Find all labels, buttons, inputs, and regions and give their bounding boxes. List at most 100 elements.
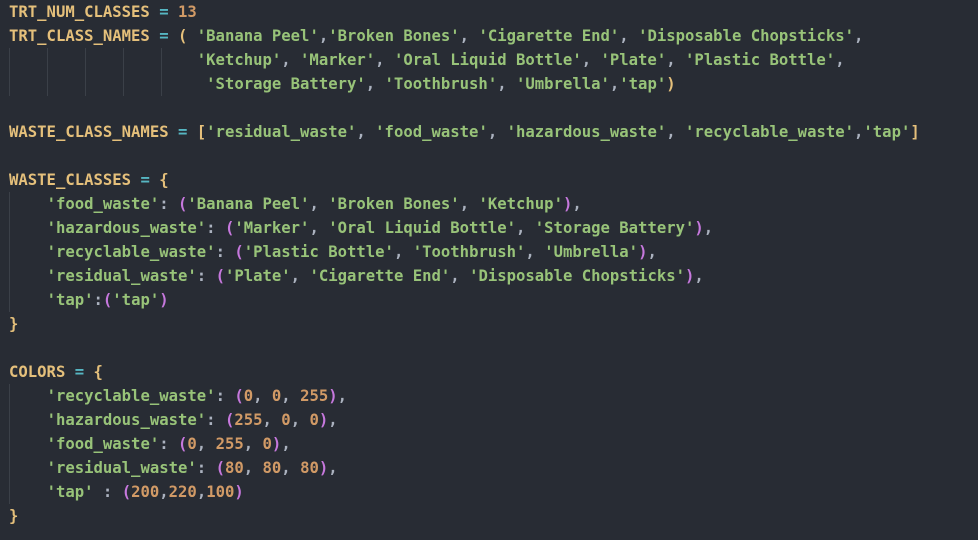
bracket-token: ( — [121, 483, 132, 501]
code-editor[interactable]: TRT_NUM_CLASSES = 13 TRT_CLASS_NAMES = ( … — [0, 0, 978, 540]
punctuation-token: , — [309, 219, 329, 237]
bracket-token: ) — [271, 435, 282, 453]
string-token: 'Oral Liquid Bottle' — [328, 219, 516, 237]
bracket-token: ) — [318, 411, 329, 429]
code-line[interactable]: 'residual_waste': ('Plate', 'Cigarette E… — [9, 264, 704, 288]
punctuation-token: , — [243, 435, 263, 453]
string-token: 'Oral Liquid Bottle' — [393, 51, 582, 69]
number-token: 255 — [215, 435, 244, 453]
number-token: 80 — [224, 459, 244, 477]
code-line[interactable]: } — [9, 312, 18, 336]
string-token: 'Storage Battery' — [534, 219, 695, 237]
punctuation-token: , — [581, 51, 601, 69]
punctuation-token: , — [666, 123, 686, 141]
code-line[interactable]: 'tap':('tap') — [9, 288, 169, 312]
punctuation-token: , — [647, 243, 657, 261]
bracket-token: ) — [328, 387, 338, 405]
bracket-token: ) — [159, 291, 169, 309]
punctuation-token: : — [93, 291, 103, 309]
constant-token: WASTE_CLASSES — [9, 171, 132, 189]
code-line[interactable]: 'hazardous_waste': (255, 0, 0), — [9, 408, 338, 432]
number-token: 220 — [168, 483, 197, 501]
punctuation-token: , — [459, 195, 479, 213]
code-line[interactable]: WASTE_CLASSES = { — [9, 168, 169, 192]
punctuation-token: , — [525, 243, 545, 261]
string-token: 'Storage Battery' — [206, 75, 366, 93]
punctuation-token: : — [159, 195, 179, 213]
string-token: 'recyclable_waste' — [685, 123, 855, 141]
punctuation-token: : — [159, 435, 179, 453]
string-token: 'tap' — [46, 483, 94, 501]
code-line[interactable]: 'recyclable_waste': (0, 0, 255), — [9, 384, 347, 408]
punctuation-token: : — [206, 411, 225, 429]
punctuation-token: , — [337, 387, 348, 405]
code-line[interactable]: 'Storage Battery', 'Toothbrush', 'Umbrel… — [9, 72, 675, 96]
punctuation-token: , — [619, 27, 639, 45]
string-token: 'Ketchup' — [196, 51, 282, 69]
number-token: 13 — [178, 3, 197, 21]
code-line[interactable]: 'hazardous_waste': ('Marker', 'Oral Liqu… — [9, 216, 714, 240]
bracket-token: ) — [234, 483, 244, 501]
operator-token: = — [159, 27, 169, 45]
code-line[interactable]: } — [9, 504, 18, 528]
bracket-token: ) — [685, 267, 695, 285]
punctuation-token: : — [215, 243, 235, 261]
bracket-token: ( — [102, 291, 113, 309]
code-line[interactable]: 'food_waste': ('Banana Peel', 'Broken Bo… — [9, 192, 582, 216]
number-token: 200 — [131, 483, 160, 501]
string-token: 'Umbrella' — [544, 243, 639, 261]
string-token: 'residual_waste' — [206, 123, 357, 141]
punctuation-token: , — [835, 51, 845, 69]
punctuation-token: , — [318, 27, 329, 45]
punctuation-token: , — [309, 195, 329, 213]
string-token: 'recyclable_waste' — [46, 387, 216, 405]
punctuation-token: , — [281, 51, 301, 69]
code-line[interactable]: TRT_NUM_CLASSES = 13 — [9, 0, 197, 24]
code-line[interactable]: WASTE_CLASS_NAMES = ['residual_waste', '… — [9, 120, 920, 144]
string-token: 'recyclable_waste' — [46, 243, 216, 261]
code-line[interactable]: TRT_CLASS_NAMES = ( 'Banana Peel','Broke… — [9, 24, 863, 48]
string-token: 'residual_waste' — [46, 267, 197, 285]
constant-token: WASTE_CLASS_NAMES — [9, 123, 169, 141]
string-token: 'Disposable Chopsticks' — [469, 267, 685, 285]
string-token: 'Broken Bones' — [328, 195, 460, 213]
string-token: 'Ketchup' — [478, 195, 563, 213]
string-token: 'food_waste' — [46, 195, 160, 213]
number-token: 0 — [271, 387, 282, 405]
code-line[interactable]: 'Ketchup', 'Marker', 'Oral Liquid Bottle… — [9, 48, 845, 72]
number-token: 255 — [300, 387, 329, 405]
punctuation-token: , — [497, 75, 516, 93]
punctuation-token: : — [196, 267, 216, 285]
punctuation-token: , — [328, 411, 338, 429]
bracket-token: ) — [694, 219, 704, 237]
bracket-token: ( — [224, 219, 235, 237]
string-token: 'Plate' — [600, 51, 667, 69]
number-token: 80 — [300, 459, 319, 477]
bracket-token: ( — [234, 243, 244, 261]
punctuation-token: , — [365, 75, 385, 93]
code-line[interactable]: COLORS = { — [9, 360, 103, 384]
bracket-token: ( — [178, 27, 188, 45]
number-token: 255 — [234, 411, 263, 429]
bracket-token: ) — [318, 459, 329, 477]
constant-token: TRT_CLASS_NAMES — [9, 27, 150, 45]
code-line[interactable]: 'tap' : (200,220,100) — [9, 480, 244, 504]
punctuation-token: : — [206, 219, 225, 237]
code-line[interactable]: 'recyclable_waste': ('Plastic Bottle', '… — [9, 240, 657, 264]
code-line[interactable]: 'residual_waste': (80, 80, 80), — [9, 456, 338, 480]
string-token: 'food_waste' — [46, 435, 160, 453]
operator-token: = — [74, 363, 85, 381]
code-line[interactable]: 'food_waste': (0, 255, 0), — [9, 432, 291, 456]
bracket-token: ( — [215, 459, 225, 477]
punctuation-token: : — [93, 483, 122, 501]
